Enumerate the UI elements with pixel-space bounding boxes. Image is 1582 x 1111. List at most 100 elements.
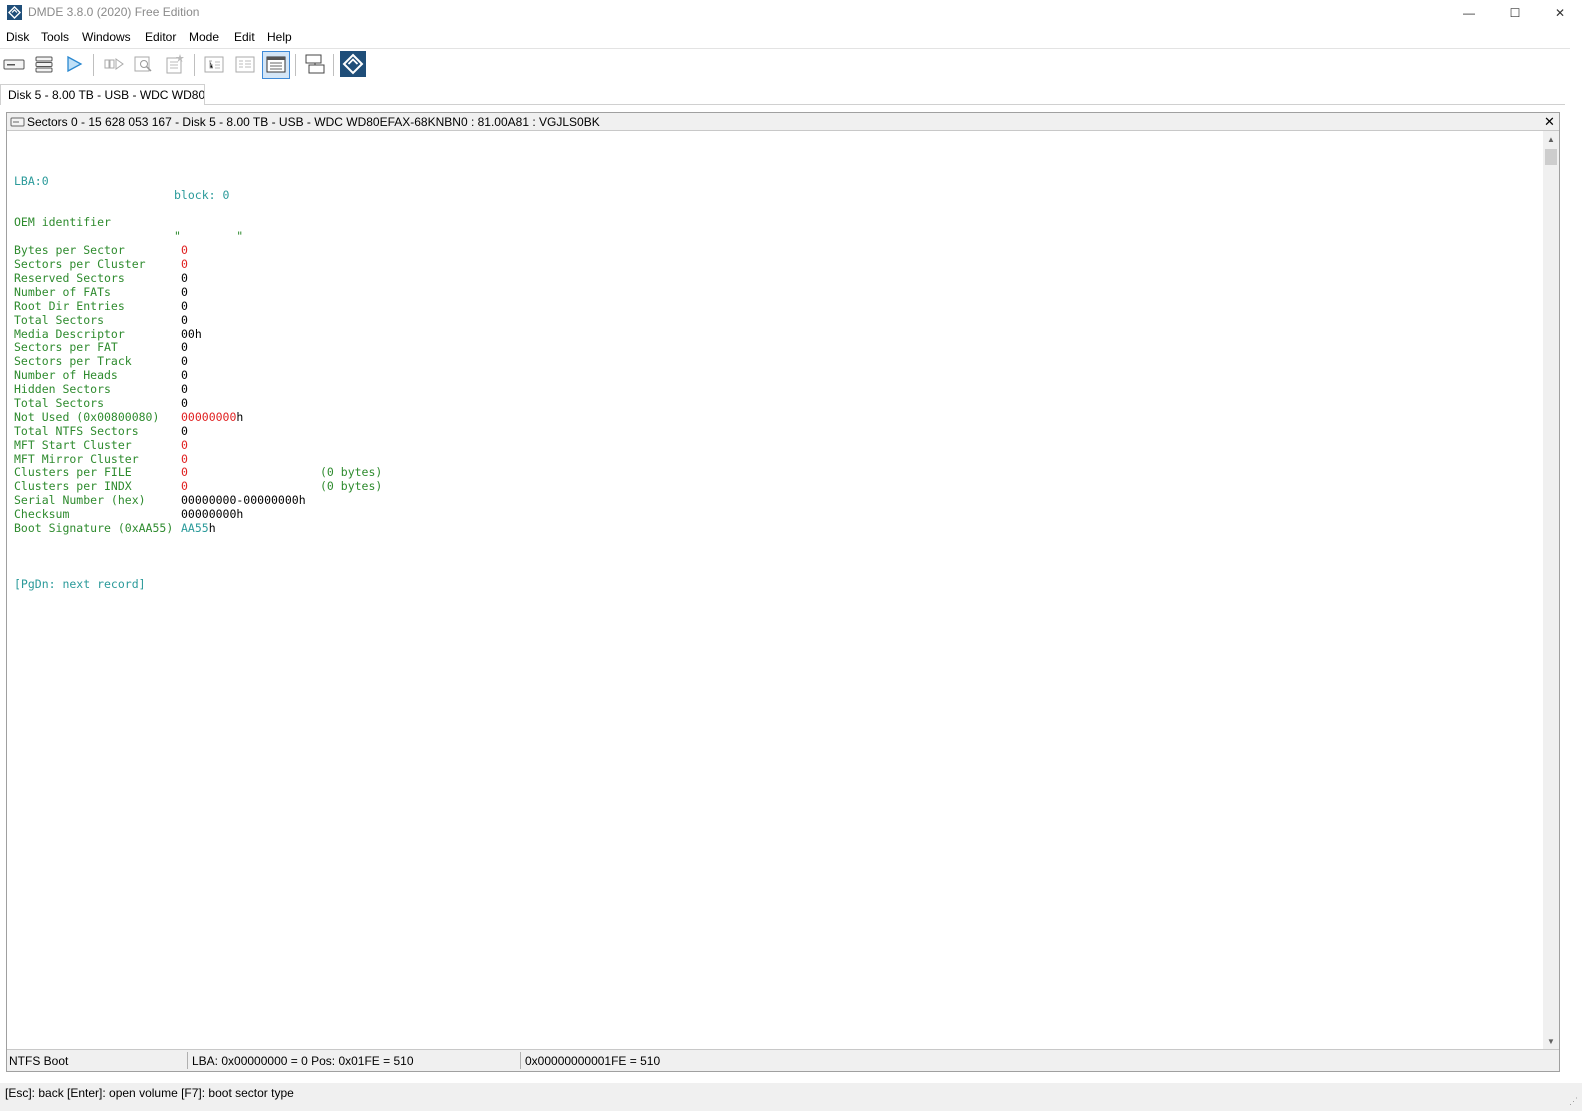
next-sector-button[interactable]: [100, 51, 128, 79]
pgdn-row: [PgDn: next record]: [14, 564, 146, 591]
open-button[interactable]: [60, 51, 88, 79]
list-view-button[interactable]: [231, 51, 259, 79]
scroll-down-icon[interactable]: ▼: [1543, 1033, 1559, 1049]
field-value[interactable]: 0: [181, 285, 188, 300]
field-value[interactable]: 00h: [181, 326, 202, 342]
resize-grip-icon[interactable]: ⋰: [1569, 1096, 1578, 1107]
play-icon: [64, 54, 84, 77]
field-value[interactable]: 0: [181, 271, 188, 286]
window-title: DMDE 3.8.0 (2020) Free Edition: [28, 5, 200, 19]
field-value[interactable]: AA55h: [181, 521, 216, 536]
partitions-icon: [34, 54, 54, 77]
field-value[interactable]: 0: [181, 396, 188, 411]
drive-button[interactable]: [0, 51, 28, 79]
find-button[interactable]: [130, 51, 158, 79]
minimize-icon: —: [1463, 5, 1475, 20]
field-list: Bytes per Sector 0 Sectors per Cluster 0 Res…: [14, 243, 382, 536]
lba-label: LBA:0: [14, 173, 49, 188]
vertical-scrollbar[interactable]: ▲ ▼: [1543, 131, 1559, 1049]
tree-view-icon: [203, 54, 225, 77]
field-row: MFT Start Cluster 0: [14, 438, 188, 453]
menu-windows[interactable]: Windows: [82, 30, 131, 44]
field-row: Total NTFS Sectors 0: [14, 424, 188, 439]
field-label: Sectors per FAT: [14, 340, 118, 355]
field-label: MFT Start Cluster: [14, 437, 132, 452]
field-value-suffix: h: [208, 521, 216, 536]
toolbar-separator: [295, 54, 296, 76]
field-label: Total Sectors: [14, 312, 105, 327]
field-value[interactable]: 0: [181, 243, 188, 258]
field-value[interactable]: 00000000h: [181, 410, 243, 425]
template-view-button[interactable]: [262, 51, 290, 79]
field-value[interactable]: 0: [181, 368, 188, 383]
menu-editor[interactable]: Editor: [145, 30, 176, 44]
properties-button[interactable]: [161, 51, 189, 79]
status-divider: [520, 1052, 521, 1069]
field-value-suffix: h: [194, 326, 202, 341]
disk-icon: [10, 116, 25, 131]
field-value[interactable]: 0: [181, 257, 188, 272]
field-row: Serial Number (hex) 00000000-00000000h: [14, 493, 306, 508]
copy-sectors-button[interactable]: [301, 51, 329, 79]
menu-help[interactable]: Help: [267, 30, 292, 44]
dmde-logo-button[interactable]: [339, 50, 367, 80]
field-label: Serial Number (hex): [14, 493, 146, 508]
field-value[interactable]: 0: [181, 479, 188, 494]
drive-icon: [3, 57, 25, 74]
field-value[interactable]: 0: [181, 298, 188, 314]
field-label: Sectors per Cluster: [14, 257, 146, 272]
field-value[interactable]: 0: [181, 466, 188, 480]
field-label: Bytes per Sector: [14, 243, 125, 258]
copy-sectors-icon: [303, 52, 327, 79]
field-row: Total Sectors 0: [14, 313, 188, 328]
pgdn-link[interactable]: [PgDn: next record]: [14, 577, 146, 592]
tree-view-button[interactable]: [200, 51, 228, 79]
field-value-text: AA55: [181, 521, 209, 536]
field-value[interactable]: 0: [181, 424, 188, 439]
field-value[interactable]: 0: [181, 452, 188, 467]
menu-edit[interactable]: Edit: [234, 30, 255, 44]
field-value[interactable]: 0: [181, 438, 188, 453]
field-value[interactable]: 0: [181, 354, 188, 369]
toolbar: [0, 49, 1582, 81]
field-value[interactable]: 0: [181, 382, 188, 397]
scroll-up-icon[interactable]: ▲: [1543, 131, 1559, 147]
field-value-text: 0: [181, 298, 188, 313]
status-bar: [Esc]: back [Enter]: open volume [F7]: b…: [0, 1083, 1582, 1111]
close-window-button[interactable]: ✕: [1537, 0, 1582, 25]
field-value[interactable]: 0: [181, 341, 188, 355]
field-row: Clusters per INDX 0 (0 bytes): [14, 479, 382, 494]
block-label[interactable]: block: 0: [174, 188, 229, 203]
oem-value[interactable]: " ": [174, 229, 243, 244]
dmde-logo-icon: [340, 50, 366, 80]
field-label: Total NTFS Sectors: [14, 423, 139, 438]
template-view[interactable]: LBA:0 block: 0 OEM identifier " " Bytes …: [7, 131, 1543, 1049]
menu-disk[interactable]: Disk: [6, 30, 29, 44]
boot-record: LBA:0 block: 0 OEM identifier " " Bytes …: [14, 133, 382, 605]
field-value-text: 0: [181, 271, 188, 285]
field-value-text: 0: [181, 479, 188, 494]
field-row: Clusters per FILE 0 (0 bytes): [14, 466, 382, 480]
field-value-text: 0: [181, 396, 188, 411]
field-value[interactable]: 00000000h: [181, 507, 244, 522]
offset-readout: 0x00000000001FE = 510: [525, 1054, 661, 1068]
partitions-button[interactable]: [30, 51, 58, 79]
tab-disk5[interactable]: Disk 5 - 8.00 TB - USB - WDC WD80...: [0, 84, 205, 105]
panel-close-button[interactable]: ✕: [1544, 114, 1555, 130]
field-value-suffix: h: [236, 507, 244, 522]
toolbar-separator: [93, 54, 94, 76]
record-type: NTFS Boot: [9, 1054, 69, 1068]
menu-mode[interactable]: Mode: [189, 30, 219, 44]
field-label: Reserved Sectors: [14, 271, 125, 285]
maximize-button[interactable]: ☐: [1492, 0, 1538, 25]
field-value[interactable]: 00000000-00000000h: [181, 493, 306, 508]
menu-tools[interactable]: Tools: [41, 30, 69, 44]
minimize-button[interactable]: —: [1446, 0, 1492, 25]
find-icon: [133, 54, 155, 77]
scroll-thumb[interactable]: [1545, 149, 1557, 165]
field-row: Number of FATs 0: [14, 285, 188, 300]
field-extra: (0 bytes): [320, 465, 383, 480]
field-value[interactable]: 0: [181, 313, 188, 328]
field-value-text: 0: [181, 368, 188, 383]
keyboard-hints: [Esc]: back [Enter]: open volume [F7]: b…: [5, 1086, 294, 1100]
